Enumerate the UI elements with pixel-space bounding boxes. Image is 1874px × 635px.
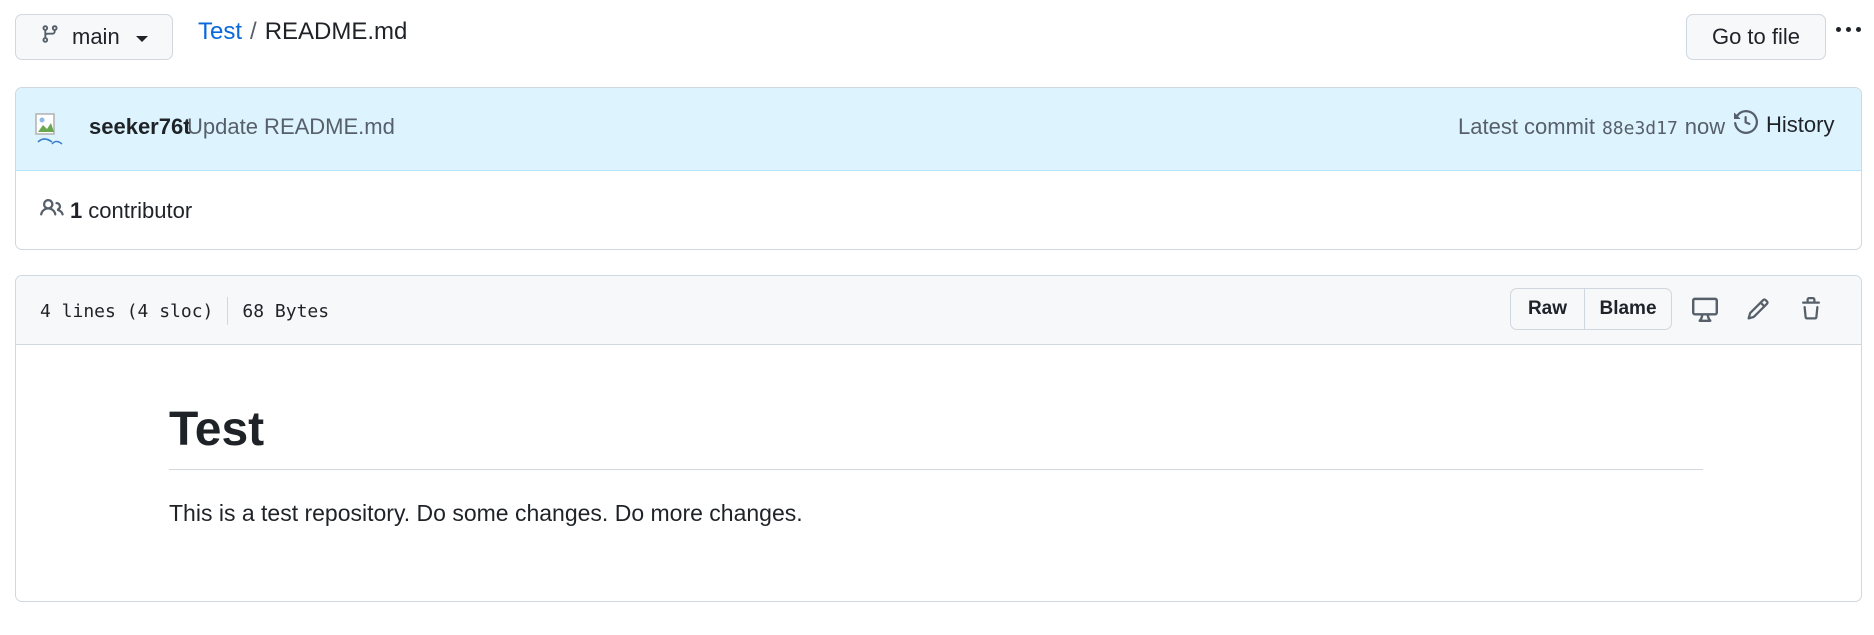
readme-content: Test This is a test repository. Do some …: [169, 346, 1703, 527]
raw-button[interactable]: Raw: [1511, 289, 1585, 329]
history-button[interactable]: History: [1734, 109, 1835, 140]
raw-blame-group: Raw Blame: [1510, 288, 1672, 330]
commit-message[interactable]: Update README.md: [187, 114, 395, 140]
file-line-count: 4 lines (4 sloc): [40, 300, 214, 322]
readme-heading: Test: [169, 346, 1703, 470]
file-box: 4 lines (4 sloc) 68 Bytes Raw Blame Test…: [15, 275, 1862, 602]
branch-select-button[interactable]: main: [15, 14, 173, 60]
breadcrumb: Test / README.md: [198, 18, 407, 46]
branch-name: main: [72, 24, 120, 49]
commit-author[interactable]: seeker76t: [89, 114, 191, 140]
trash-icon[interactable]: [1796, 294, 1826, 324]
commit-sha[interactable]: 88e3d17: [1602, 118, 1678, 139]
latest-commit-label: Latest commit: [1458, 114, 1595, 139]
people-icon: [40, 196, 64, 226]
git-branch-icon: [40, 23, 60, 51]
file-info-divider: [227, 297, 229, 325]
blame-button[interactable]: Blame: [1585, 289, 1671, 329]
contributor-label[interactable]: contributor: [88, 198, 192, 224]
go-to-file-button[interactable]: Go to file: [1686, 14, 1826, 60]
commit-time: now: [1684, 114, 1726, 139]
latest-commit-info: Latest commit 88e3d17 now: [1458, 114, 1725, 140]
latest-commit-row: seeker76t Update README.md Latest commit…: [16, 88, 1861, 171]
desktop-icon[interactable]: [1690, 294, 1720, 324]
avatar[interactable]: [34, 112, 64, 148]
contributor-count[interactable]: 1: [70, 198, 82, 224]
file-header: 4 lines (4 sloc) 68 Bytes Raw Blame: [16, 276, 1861, 345]
history-label: History: [1766, 112, 1835, 137]
contributors-row: 1 contributor: [16, 171, 1861, 249]
kebab-horizontal-icon[interactable]: [1836, 22, 1866, 36]
breadcrumb-repo-link[interactable]: Test: [198, 18, 242, 46]
history-icon: [1734, 109, 1759, 140]
breadcrumb-file-name: README.md: [264, 18, 408, 45]
file-info: 4 lines (4 sloc) 68 Bytes: [40, 297, 329, 325]
readme-paragraph: This is a test repository. Do some chang…: [169, 500, 803, 526]
breadcrumb-separator: /: [250, 18, 257, 45]
caret-down-icon: [135, 35, 148, 42]
commit-box: seeker76t Update README.md Latest commit…: [15, 87, 1862, 250]
file-size: 68 Bytes: [242, 300, 330, 322]
pencil-icon[interactable]: [1743, 294, 1773, 324]
